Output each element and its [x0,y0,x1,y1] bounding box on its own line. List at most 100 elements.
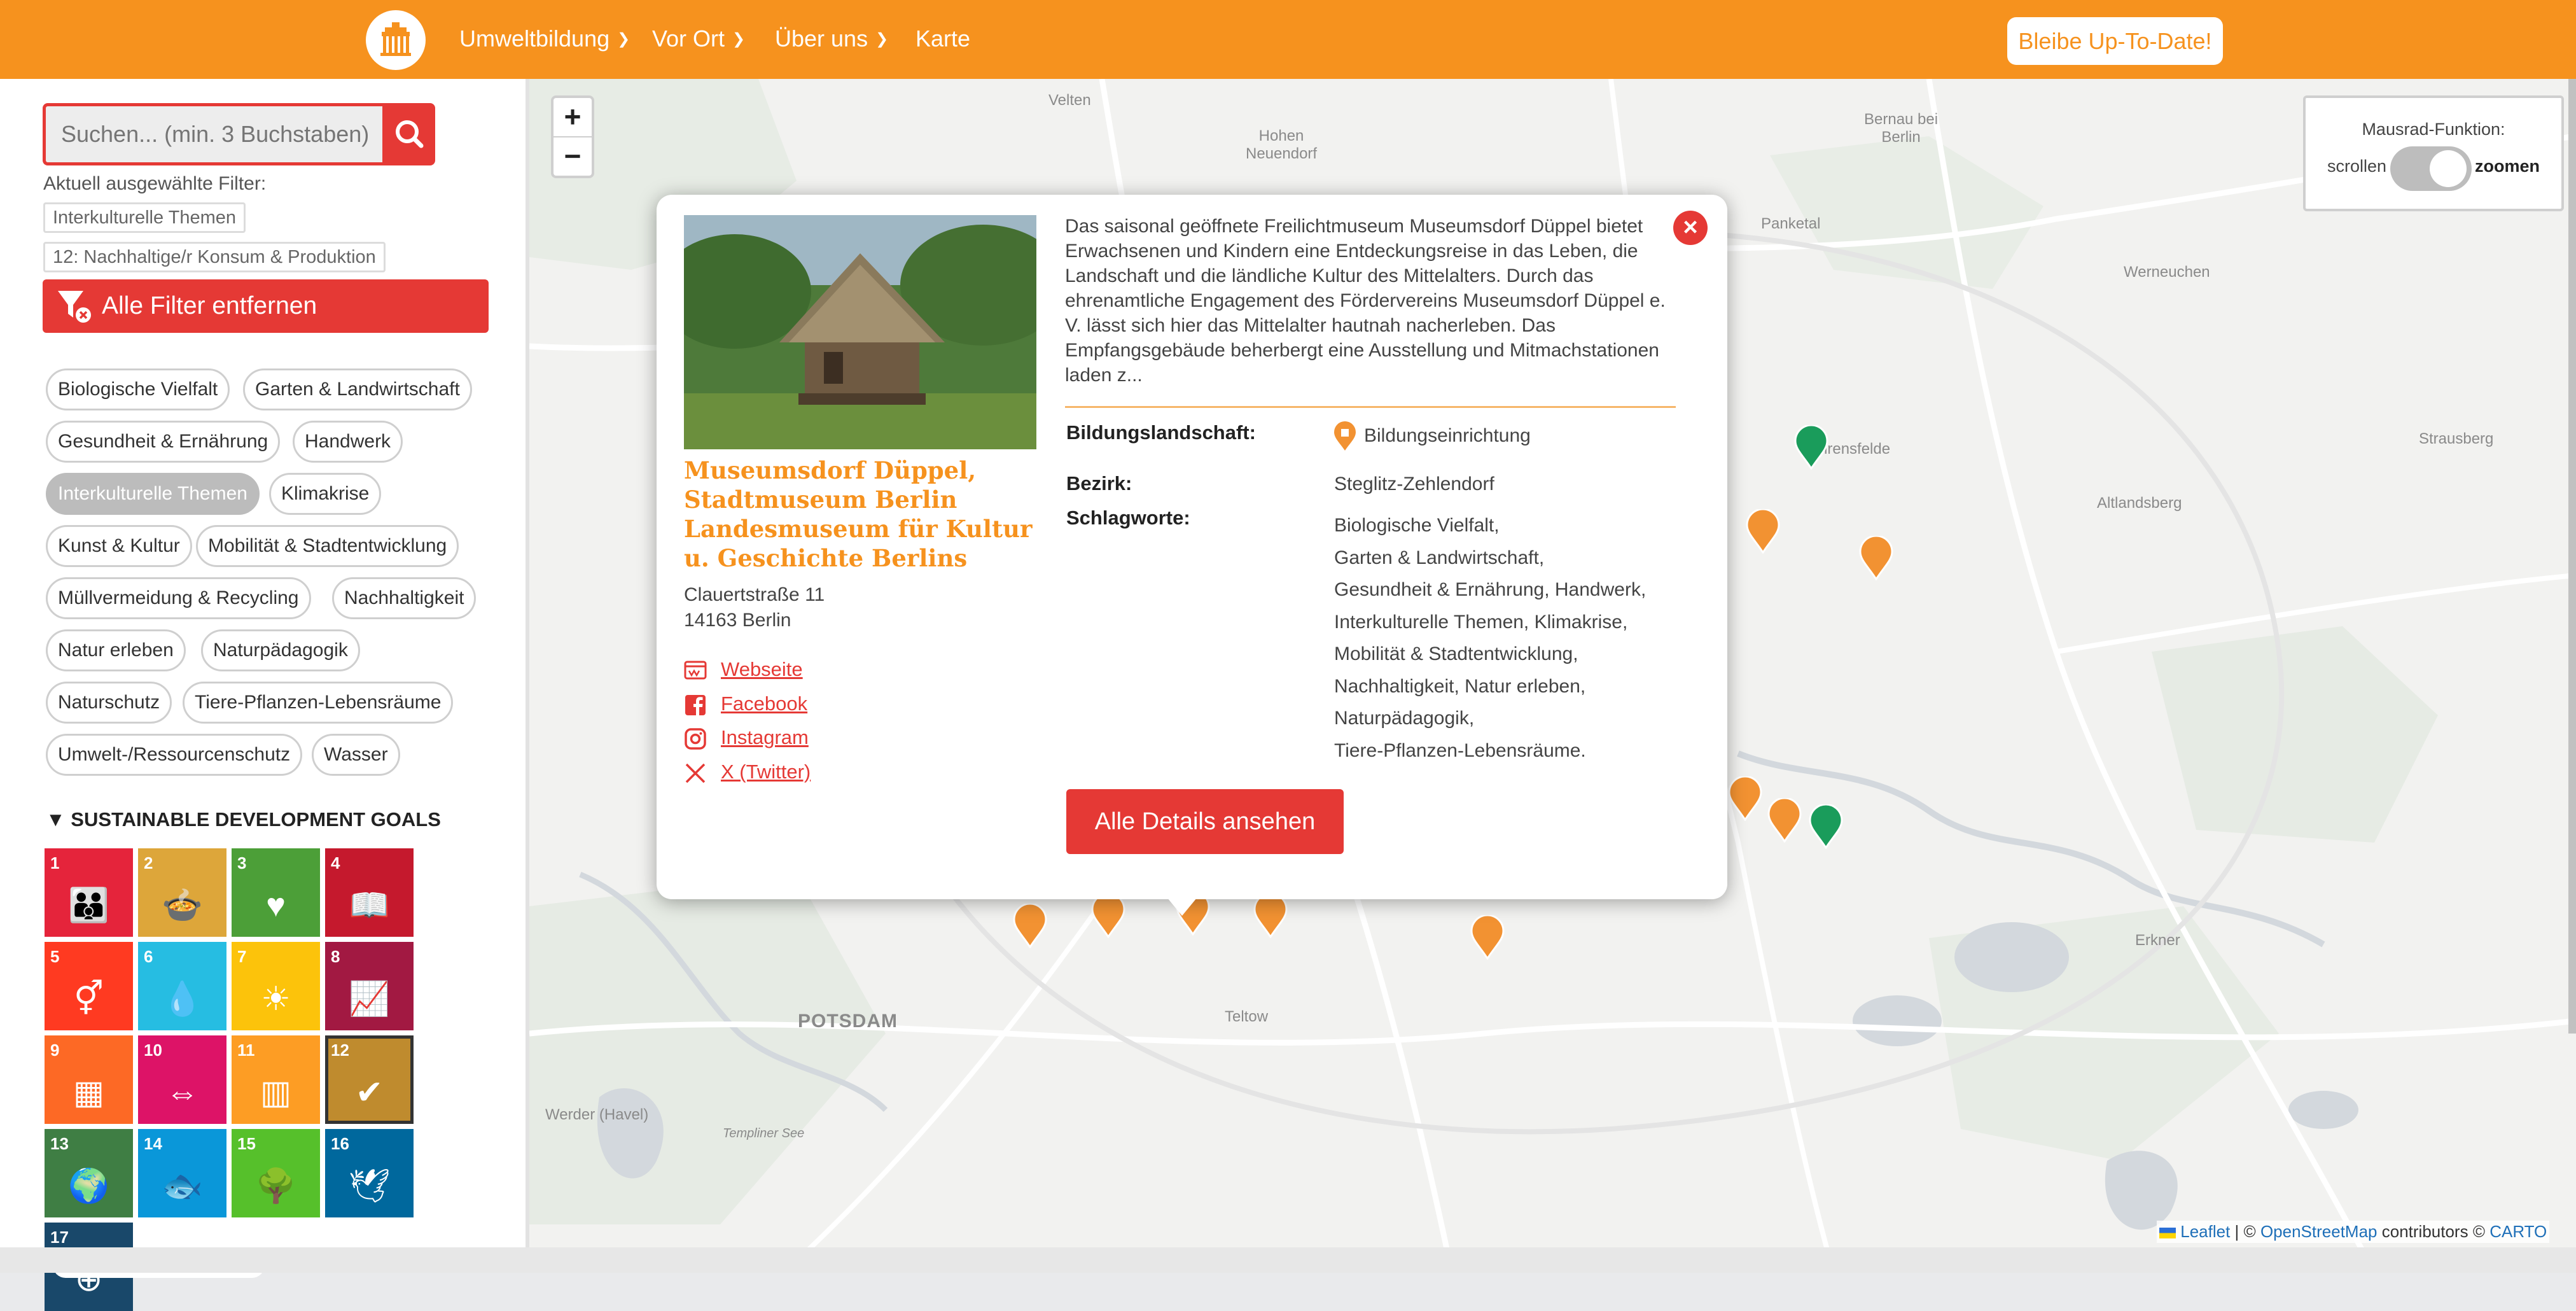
schlagwort-line: Nachhaltigkeit, Natur erleben, [1334,675,1586,697]
topic-chip[interactable]: Wasser [312,734,400,776]
topic-chip[interactable]: Garten & Landwirtschaft [243,368,472,410]
map-attribution: Leaflet | © OpenStreetMap contributors ©… [2157,1221,2550,1243]
map-marker-orange[interactable] [1746,509,1780,554]
map-marker-orange[interactable] [1091,894,1125,938]
nav-ueber-uns[interactable]: Über uns ❯ [775,25,888,52]
horizontal-scrollbar[interactable] [0,1247,2576,1273]
selected-filter-chip[interactable]: Interkulturelle Themen [43,202,246,233]
sdg-tile-2[interactable]: 2 🍲 [138,848,226,937]
sdg-icon: ⚥ [74,981,104,1018]
zoom-out-button[interactable]: − [553,137,592,176]
place-label: Panketal [1761,215,1821,232]
sdg-number: 7 [237,947,247,966]
sdg-tile-3[interactable]: 3 ♥ [232,848,320,937]
mouse-wheel-scroll-label: scrollen [2327,157,2387,176]
topic-chip[interactable]: Umwelt-/Ressourcenschutz [46,734,303,776]
ukraine-flag-icon [2159,1228,2176,1238]
map-marker-orange[interactable] [1470,915,1505,960]
search-input[interactable] [43,103,384,165]
map-marker-green[interactable] [1794,425,1828,470]
bildungslandschaft-label: Bildungslandschaft: [1066,421,1256,444]
mouse-wheel-toggle[interactable] [2390,146,2472,191]
bildungslandschaft-value: Bildungseinrichtung [1364,425,1531,446]
sdg-tile-6[interactable]: 6 💧 [138,942,226,1030]
sdg-heading-label: SUSTAINABLE DEVELOPMENT GOALS [71,808,441,831]
map-marker-orange[interactable] [1859,536,1893,580]
selected-filter-chip[interactable]: 12: Nachhaltige/r Konsum & Produktion [43,242,386,272]
sdg-icon: 🍲 [162,887,203,924]
topic-chip[interactable]: Kunst & Kultur [46,525,192,567]
place-label: Erkner [2135,932,2180,949]
sdg-tile-9[interactable]: 9 ▦ [45,1035,133,1124]
topic-chip[interactable]: Klimakrise [269,473,382,515]
newsletter-button[interactable]: Bleibe Up-To-Date! [2007,17,2223,65]
schlagworte-list: Biologische Vielfalt, Garten & Landwirtsc… [1334,510,1646,767]
sdg-number: 16 [331,1134,349,1153]
topic-chip[interactable]: Gesundheit & Ernährung [46,421,281,463]
education-marker-icon [1334,421,1356,451]
search-icon [396,120,424,148]
current-filters-label: Aktuell ausgewählte Filter: [43,173,267,194]
sdg-heading[interactable]: ▼ SUSTAINABLE DEVELOPMENT GOALS [46,808,441,831]
close-popup-button[interactable]: × [1673,211,1708,245]
sdg-tile-10[interactable]: 10 ⇔ [138,1035,226,1124]
sdg-number: 4 [331,853,340,873]
topic-chip[interactable]: Müllvermeidung & Recycling [46,577,311,619]
carto-link[interactable]: CARTO [2489,1222,2547,1241]
sdg-tile-4[interactable]: 4 📖 [325,848,414,937]
location-photo [684,215,1036,449]
attribution-copy: © [2243,1222,2256,1241]
filter-remove-icon [58,291,91,323]
search-button[interactable] [382,103,435,165]
topic-chip-active[interactable]: Interkulturelle Themen [46,473,260,515]
map-marker-orange[interactable] [1767,798,1802,843]
sdg-tile-16[interactable]: 16 🕊 [325,1129,414,1217]
nav-vor-ort[interactable]: Vor Ort ❯ [652,25,745,52]
place-label: Teltow [1225,1008,1269,1025]
sdg-tile-5[interactable]: 5 ⚥ [45,942,133,1030]
sdg-tile-1[interactable]: 1 👪 [45,848,133,937]
attribution-sep: | [2234,1222,2239,1241]
chevron-down-icon: ❯ [875,31,889,48]
details-button[interactable]: Alle Details ansehen [1066,789,1344,854]
sdg-icon: 💧 [162,981,203,1018]
topic-chip[interactable]: Biologische Vielfalt [46,368,230,410]
sdg-icon: ☀ [261,981,291,1018]
osm-link[interactable]: OpenStreetMap [2260,1222,2378,1241]
vertical-scrollbar[interactable] [2568,79,2576,1034]
sdg-tile-13[interactable]: 13 🌍 [45,1129,133,1217]
zoom-in-button[interactable]: + [553,98,592,136]
sdg-tile-11[interactable]: 11 ▥ [232,1035,320,1124]
leaflet-link[interactable]: Leaflet [2180,1222,2230,1241]
topic-chip[interactable]: Naturpädagogik [201,629,360,671]
sdg-number: 11 [237,1041,255,1060]
logo[interactable] [366,10,426,70]
website-link-label: Webseite [721,658,803,680]
sdg-tile-7[interactable]: 7 ☀ [232,942,320,1030]
sdg-icon: 📈 [349,981,390,1018]
topic-chip[interactable]: Handwerk [293,421,403,463]
topic-chip[interactable]: Tiere-Pflanzen-Lebensräume [183,682,454,724]
map-marker-green[interactable] [1809,804,1843,849]
mouse-wheel-zoom-label: zoomen [2475,157,2540,176]
map-marker-orange[interactable] [1253,894,1288,938]
sdg-icon: ✔ [355,1074,384,1111]
nav-karte[interactable]: Karte [916,25,970,52]
sdg-number: 5 [50,947,60,966]
x-twitter-icon [685,763,706,783]
chevron-down-icon: ❯ [617,31,630,48]
topic-chip[interactable]: Mobilität & Stadtentwicklung [196,525,459,567]
nav-umweltbildung[interactable]: Umweltbildung ❯ [459,25,630,52]
sdg-tile-14[interactable]: 14 🐟 [138,1129,226,1217]
topic-chip[interactable]: Nachhaltigkeit [332,577,477,619]
topic-chip[interactable]: Natur erleben [46,629,186,671]
sdg-tile-15[interactable]: 15 🌳 [232,1129,320,1217]
map-marker-orange[interactable] [1728,776,1762,821]
place-label: Bernau bei Berlin [1864,111,1939,146]
map-marker-orange[interactable] [1013,904,1047,948]
sdg-tile-12[interactable]: 12 ✔ [325,1035,414,1124]
location-popup: Museumsdorf Düppel, Stadtmuseum Berlin L… [657,195,1727,899]
sdg-tile-8[interactable]: 8 📈 [325,942,414,1030]
topic-chip[interactable]: Naturschutz [46,682,172,724]
clear-all-filters-button[interactable]: Alle Filter entfernen [43,279,489,333]
